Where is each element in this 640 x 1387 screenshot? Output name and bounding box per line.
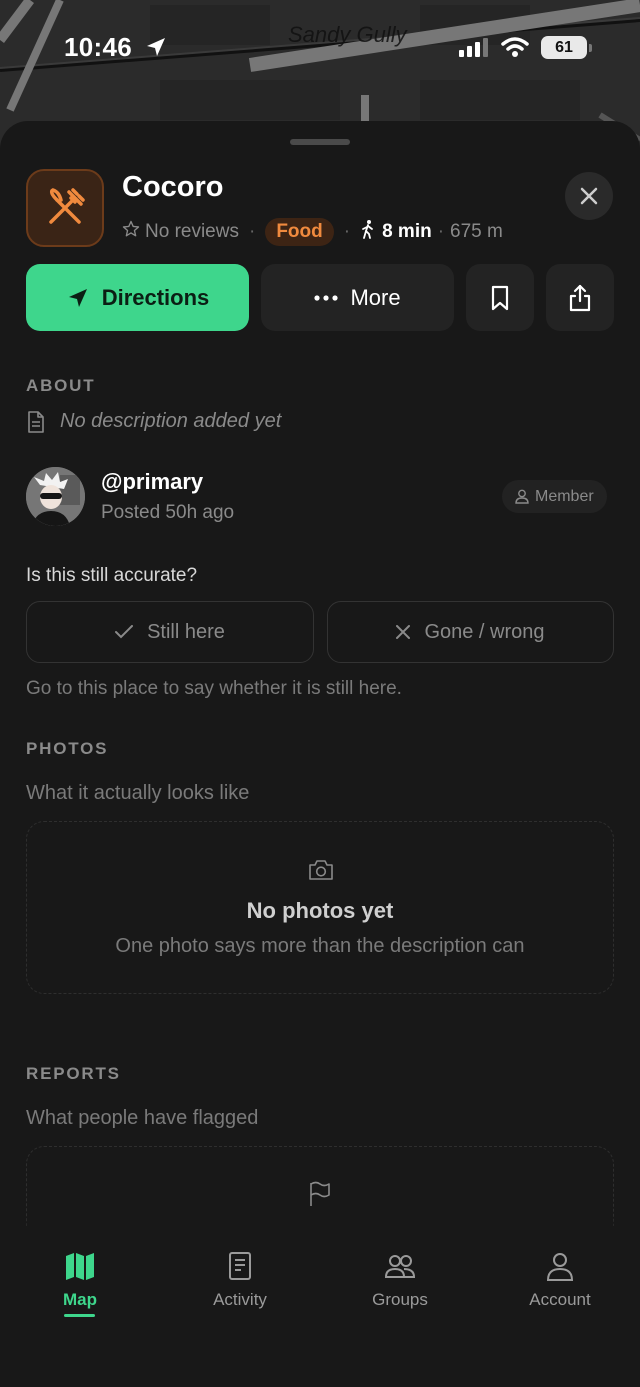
photos-empty-subtitle: One photo says more than the description… xyxy=(115,935,525,957)
reports-heading: REPORTS xyxy=(26,1064,121,1083)
close-button[interactable] xyxy=(565,172,613,220)
place-sheet: Cocoro No reviews · Food · 8 min · 675 m… xyxy=(0,121,640,1387)
tab-groups-label: Groups xyxy=(372,1290,428,1309)
share-button[interactable] xyxy=(546,264,614,331)
reports-subtitle: What people have flagged xyxy=(26,1107,259,1129)
tab-account-label: Account xyxy=(529,1290,591,1309)
flag-icon xyxy=(308,1181,332,1212)
description-text: No description added yet xyxy=(60,410,282,432)
gone-wrong-button[interactable]: Gone / wrong xyxy=(327,601,614,663)
photos-empty-title: No photos yet xyxy=(246,898,394,923)
walking-person-icon xyxy=(360,219,376,245)
user-icon xyxy=(515,489,529,504)
still-here-label: Still here xyxy=(147,620,225,643)
description: No description added yet xyxy=(26,410,281,433)
place-meta: No reviews · Food · 8 min · 675 m xyxy=(122,217,503,247)
tab-map[interactable]: Map xyxy=(0,1250,160,1310)
accuracy-question: Is this still accurate? xyxy=(26,565,198,586)
sheet-grabber[interactable] xyxy=(290,139,350,145)
tab-activity-label: Activity xyxy=(213,1290,267,1309)
bookmark-button[interactable] xyxy=(466,264,534,331)
people-icon xyxy=(384,1255,416,1278)
separator-dot: · xyxy=(437,221,445,242)
camera-icon xyxy=(308,859,334,886)
battery-indicator: 61 xyxy=(541,36,592,59)
separator-dot: · xyxy=(248,221,256,242)
photos-subtitle: What it actually looks like xyxy=(26,782,250,804)
clock: 10:46 xyxy=(64,32,132,62)
photos-empty-state[interactable]: No photos yet One photo says more than t… xyxy=(26,821,614,994)
photos-heading: PHOTOS xyxy=(26,739,109,758)
active-tab-indicator xyxy=(64,1314,95,1317)
bookmark-icon xyxy=(491,285,509,310)
star-icon xyxy=(122,220,140,244)
reviews-count[interactable]: No reviews xyxy=(145,221,239,243)
separator-dot: · xyxy=(343,221,351,242)
place-name: Cocoro xyxy=(122,171,224,203)
document-icon xyxy=(28,410,44,433)
user-icon xyxy=(546,1253,574,1281)
walk-time: 8 min xyxy=(382,221,432,242)
check-icon xyxy=(115,625,134,639)
member-badge: Member xyxy=(502,480,607,513)
avatar[interactable] xyxy=(26,467,85,526)
tab-activity[interactable]: Activity xyxy=(160,1250,320,1310)
share-icon xyxy=(569,284,591,311)
posted-time: Posted 50h ago xyxy=(101,502,235,523)
poster-username[interactable]: @primary xyxy=(101,469,203,495)
ellipsis-icon xyxy=(314,294,339,301)
more-label: More xyxy=(350,284,401,310)
accuracy-hint: Go to this place to say whether it is st… xyxy=(26,678,402,699)
map-icon xyxy=(66,1253,94,1280)
navigation-arrow-icon xyxy=(68,288,87,307)
tab-bar: Map Activity Groups Account xyxy=(0,1226,640,1387)
status-bar: 10:46 Sandy Gully 61 xyxy=(0,0,640,100)
still-here-button[interactable]: Still here xyxy=(26,601,314,663)
distance: 675 m xyxy=(450,221,503,242)
member-label: Member xyxy=(535,487,594,505)
tab-account[interactable]: Account xyxy=(480,1250,640,1310)
category-badge: Food xyxy=(265,218,334,246)
map-street-label: Sandy Gully xyxy=(288,22,407,47)
wifi-icon xyxy=(501,36,529,63)
tab-groups[interactable]: Groups xyxy=(320,1250,480,1310)
x-icon xyxy=(396,625,411,639)
fork-knife-icon xyxy=(26,169,104,247)
gone-wrong-label: Gone / wrong xyxy=(424,620,545,643)
more-button[interactable]: More xyxy=(261,264,454,331)
tab-map-label: Map xyxy=(63,1290,97,1309)
location-arrow-icon xyxy=(145,36,167,63)
directions-label: Directions xyxy=(101,284,210,310)
directions-button[interactable]: Directions xyxy=(26,264,249,331)
about-heading: ABOUT xyxy=(26,376,96,395)
document-icon xyxy=(229,1252,251,1280)
close-icon xyxy=(580,187,598,205)
cellular-signal-icon xyxy=(459,38,491,63)
